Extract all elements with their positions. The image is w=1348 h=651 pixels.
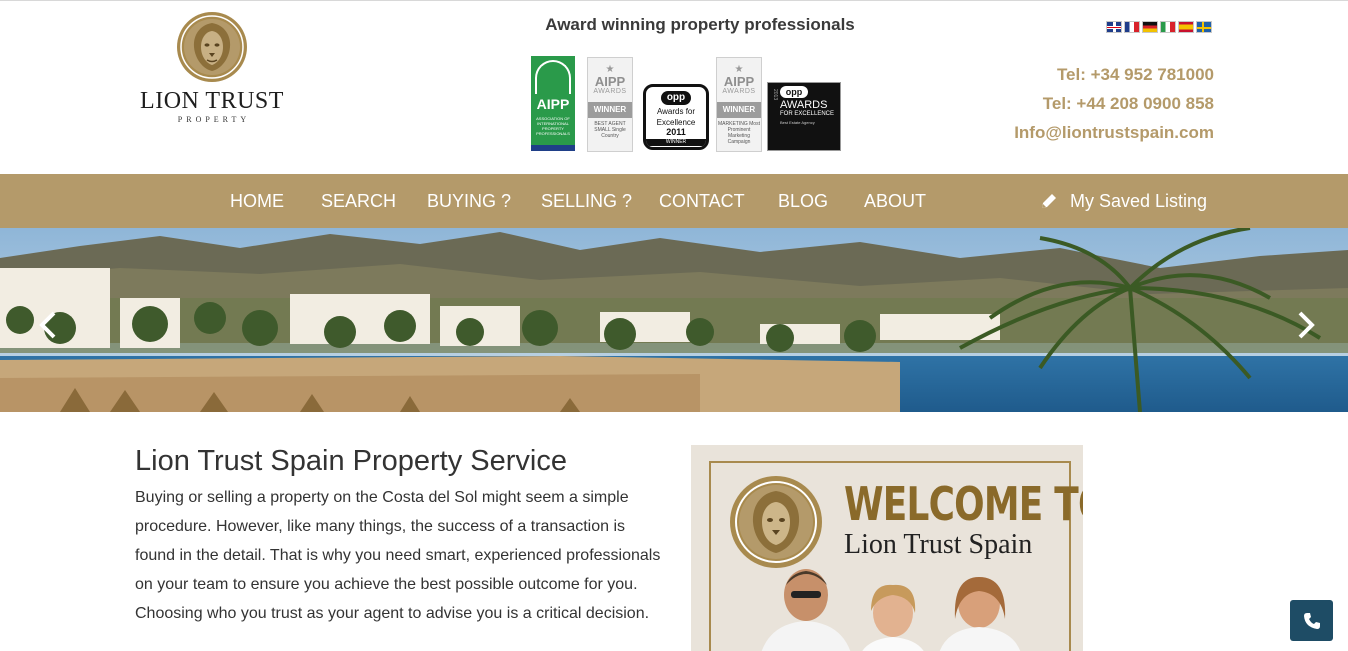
nav-selling[interactable]: SELLING ? (541, 174, 632, 228)
nav-search[interactable]: SEARCH (321, 174, 396, 228)
welcome-heading: WELCOME TO (844, 477, 1083, 531)
pencil-icon (1042, 193, 1056, 208)
flag-english-icon[interactable] (1106, 21, 1122, 33)
star-icon: ★ (605, 63, 615, 75)
opp-award-2011-badge: opp Awards for Excellence 2011 WINNER (643, 84, 709, 150)
team-photo (761, 569, 1021, 651)
hero-image (0, 228, 1348, 412)
awards-row: AIPP ASSOCIATION OF INTERNATIONAL PROPER… (531, 56, 843, 152)
nav-contact[interactable]: CONTACT (659, 174, 745, 228)
nav-about[interactable]: ABOUT (864, 174, 926, 228)
flag-swedish-icon[interactable] (1196, 21, 1212, 33)
aipp-winner-badge: ★ AIPP AWARDS WINNER BEST AGENT SMALL Si… (587, 57, 633, 152)
welcome-subheading: Lion Trust Spain (844, 529, 1033, 560)
intro-section: Lion Trust Spain Property Service Buying… (135, 440, 665, 628)
opp-excellence-badge: 2013 opp AWARDS FOR EXCELLENCE Best Esta… (767, 82, 841, 151)
flag-italian-icon[interactable] (1160, 21, 1176, 33)
call-button[interactable] (1290, 600, 1333, 641)
brand-name: LION TRUST (140, 88, 284, 114)
language-selector (1106, 21, 1212, 33)
aipp-member-badge: AIPP ASSOCIATION OF INTERNATIONAL PROPER… (531, 56, 575, 151)
nav-blog[interactable]: BLOG (778, 174, 828, 228)
email-link[interactable]: Info@liontrustspain.com (1014, 118, 1214, 147)
brand-sub: PROPERTY (177, 115, 251, 124)
saved-listing-link[interactable]: My Saved Listing (1040, 174, 1207, 228)
saved-listing-label: My Saved Listing (1070, 191, 1208, 211)
hero-slider (0, 228, 1348, 412)
flag-german-icon[interactable] (1142, 21, 1158, 33)
nav-home[interactable]: HOME (230, 174, 284, 228)
site-header: LION TRUST PROPERTY Award winning proper… (0, 0, 1348, 174)
lion-medallion-icon (730, 476, 822, 568)
aipp-winner-marketing-badge: ★ AIPP AWARDS WINNER MARKETING Most Prom… (716, 57, 762, 152)
tagline: Award winning property professionals (545, 15, 855, 34)
welcome-image: WELCOME TO Lion Trust Spain (691, 445, 1083, 651)
chevron-right-icon[interactable] (1294, 310, 1318, 340)
nav-buying[interactable]: BUYING ? (427, 174, 511, 228)
section-title: Lion Trust Spain Property Service (135, 445, 567, 477)
star-icon: ★ (734, 63, 744, 75)
main-nav: HOME SEARCH BUYING ? SELLING ? CONTACT B… (0, 174, 1348, 228)
lion-medallion-icon (177, 12, 247, 82)
section-body: Buying or selling a property on the Cost… (135, 489, 661, 622)
site-logo[interactable]: LION TRUST PROPERTY (134, 11, 290, 124)
phone-uk-link[interactable]: Tel: +44 208 0900 858 (1014, 89, 1214, 118)
phone-spain-link[interactable]: Tel: +34 952 781000 (1014, 60, 1214, 89)
contact-info: Tel: +34 952 781000 Tel: +44 208 0900 85… (1014, 60, 1214, 147)
flag-spanish-icon[interactable] (1178, 21, 1194, 33)
flag-french-icon[interactable] (1124, 21, 1140, 33)
phone-icon (1303, 612, 1320, 629)
chevron-left-icon[interactable] (36, 310, 60, 340)
